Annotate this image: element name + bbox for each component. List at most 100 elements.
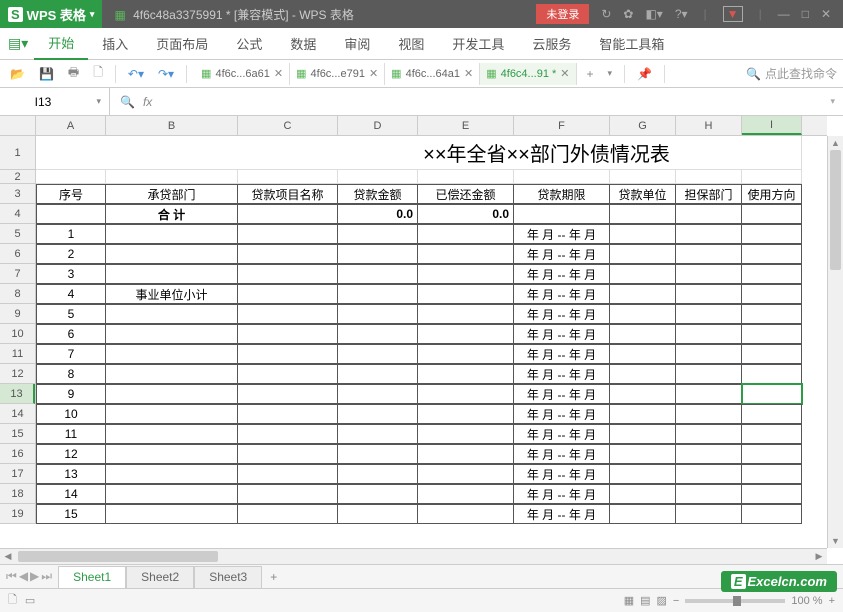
cell[interactable] (106, 304, 238, 324)
cell[interactable] (610, 204, 676, 224)
cell[interactable] (742, 504, 802, 524)
cell[interactable] (742, 284, 802, 304)
cell[interactable] (676, 404, 742, 424)
cell[interactable]: 3 (36, 264, 106, 284)
row-header-15[interactable]: 15 (0, 424, 35, 444)
cell[interactable] (106, 224, 238, 244)
cell[interactable]: 年 月 -- 年 月 (514, 284, 610, 304)
cell[interactable] (742, 244, 802, 264)
cell[interactable] (418, 244, 514, 264)
wps-icon[interactable]: ▼ (723, 6, 743, 22)
cell[interactable] (610, 384, 676, 404)
scroll-left-icon[interactable]: ◀ (0, 551, 16, 562)
cell[interactable]: ××年全省××部门外债情况表 (36, 136, 802, 170)
cell[interactable] (338, 324, 418, 344)
row-header-6[interactable]: 6 (0, 244, 35, 264)
menu-tab-6[interactable]: 视图 (384, 28, 438, 60)
file-menu-icon[interactable]: ▤▾ (8, 35, 28, 52)
cell[interactable] (514, 170, 610, 184)
cell[interactable] (742, 424, 802, 444)
cell[interactable]: 2 (36, 244, 106, 264)
view-normal-icon[interactable]: ▦ (624, 594, 634, 607)
expand-formula-icon[interactable]: ▾ (822, 96, 843, 107)
cell[interactable] (610, 424, 676, 444)
cell[interactable] (676, 444, 742, 464)
cell[interactable]: 5 (36, 304, 106, 324)
cell[interactable] (742, 444, 802, 464)
print-preview-icon[interactable]: 🗋 (89, 61, 107, 86)
row-header-5[interactable]: 5 (0, 224, 35, 244)
cell[interactable] (106, 244, 238, 264)
cell[interactable] (610, 324, 676, 344)
cell[interactable] (338, 444, 418, 464)
cell[interactable] (238, 484, 338, 504)
cell[interactable] (238, 224, 338, 244)
cell[interactable] (676, 424, 742, 444)
cell[interactable] (742, 304, 802, 324)
cell[interactable] (338, 244, 418, 264)
sync-icon[interactable]: ↻ (601, 7, 611, 21)
row-header-1[interactable]: 1 (0, 136, 35, 170)
command-search[interactable]: 🔍 点此查找命令 (746, 65, 837, 82)
cell[interactable] (676, 344, 742, 364)
cell[interactable]: 年 月 -- 年 月 (514, 264, 610, 284)
cell[interactable] (610, 504, 676, 524)
cell[interactable] (238, 204, 338, 224)
menu-tab-3[interactable]: 公式 (222, 28, 276, 60)
cell[interactable] (610, 464, 676, 484)
cell[interactable] (676, 244, 742, 264)
cell[interactable] (418, 324, 514, 344)
cell[interactable] (338, 304, 418, 324)
view-break-icon[interactable]: ▨ (657, 594, 667, 607)
row-header-4[interactable]: 4 (0, 204, 35, 224)
cell[interactable] (338, 364, 418, 384)
menu-tab-5[interactable]: 审阅 (330, 28, 384, 60)
cell[interactable]: 11 (36, 424, 106, 444)
last-sheet-icon[interactable]: ⏭ (41, 569, 52, 584)
cell[interactable] (676, 284, 742, 304)
cell[interactable]: 贷款项目名称 (238, 184, 338, 204)
row-header-10[interactable]: 10 (0, 324, 35, 344)
cell[interactable] (676, 204, 742, 224)
cell[interactable] (676, 504, 742, 524)
cell[interactable] (742, 464, 802, 484)
cell[interactable] (238, 384, 338, 404)
cell[interactable] (742, 364, 802, 384)
menu-tab-1[interactable]: 插入 (88, 28, 142, 60)
cell[interactable] (238, 444, 338, 464)
close-tab-icon[interactable]: ✕ (274, 67, 283, 80)
first-sheet-icon[interactable]: ⏮ (6, 569, 17, 584)
add-tab-button[interactable]: + (583, 65, 598, 83)
fx-label[interactable]: fx (143, 95, 152, 109)
search-fx-icon[interactable]: 🔍 (120, 95, 135, 109)
cell[interactable] (338, 224, 418, 244)
cell[interactable] (106, 404, 238, 424)
col-header-I[interactable]: I (742, 116, 802, 135)
cell[interactable] (238, 264, 338, 284)
help-icon[interactable]: ?▾ (675, 7, 688, 21)
cell[interactable] (418, 304, 514, 324)
cell[interactable]: 年 月 -- 年 月 (514, 304, 610, 324)
row-header-19[interactable]: 19 (0, 504, 35, 524)
row-header-18[interactable]: 18 (0, 484, 35, 504)
cell[interactable]: 年 月 -- 年 月 (514, 404, 610, 424)
cell[interactable]: 年 月 -- 年 月 (514, 464, 610, 484)
cell[interactable] (238, 284, 338, 304)
cell[interactable]: 事业单位小计 (106, 284, 238, 304)
sheet-tab-Sheet3[interactable]: Sheet3 (194, 566, 262, 588)
cell[interactable]: 使用方向 (742, 184, 802, 204)
cell[interactable] (610, 364, 676, 384)
cell[interactable] (742, 170, 802, 184)
cell[interactable]: 10 (36, 404, 106, 424)
cell[interactable]: 0.0 (418, 204, 514, 224)
cell[interactable] (742, 344, 802, 364)
cell[interactable] (238, 244, 338, 264)
cell[interactable] (106, 324, 238, 344)
cell[interactable] (676, 224, 742, 244)
cell[interactable] (238, 404, 338, 424)
cell[interactable]: 15 (36, 504, 106, 524)
cell[interactable]: 年 月 -- 年 月 (514, 484, 610, 504)
cell[interactable] (610, 284, 676, 304)
add-sheet-button[interactable]: + (262, 570, 285, 584)
col-header-F[interactable]: F (514, 116, 610, 135)
